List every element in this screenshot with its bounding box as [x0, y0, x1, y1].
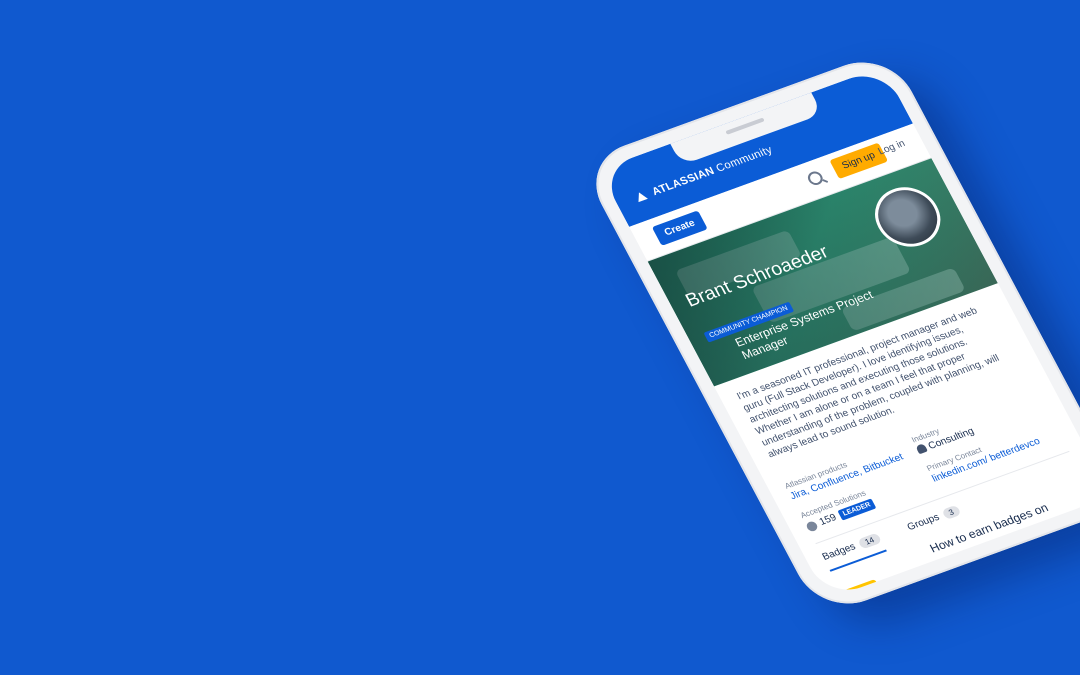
check-icon [804, 519, 819, 533]
search-icon[interactable] [805, 169, 826, 187]
log-in-link[interactable]: Log in [876, 138, 907, 157]
tab-count: 14 [857, 532, 883, 550]
tab-count: 3 [940, 504, 962, 521]
solutions-count: 159 [817, 512, 839, 528]
create-button[interactable]: Create [651, 210, 708, 246]
tab-label: Groups [905, 511, 942, 534]
phone-screen: ATLASSIAN Community Create Sign up Log i… [598, 66, 1080, 600]
brand-name: ATLASSIAN [650, 165, 717, 199]
atlassian-icon [634, 190, 648, 203]
speaker [725, 117, 765, 135]
tab-label: Badges [820, 541, 858, 563]
phone-frame: ATLASSIAN Community Create Sign up Log i… [579, 49, 1080, 617]
